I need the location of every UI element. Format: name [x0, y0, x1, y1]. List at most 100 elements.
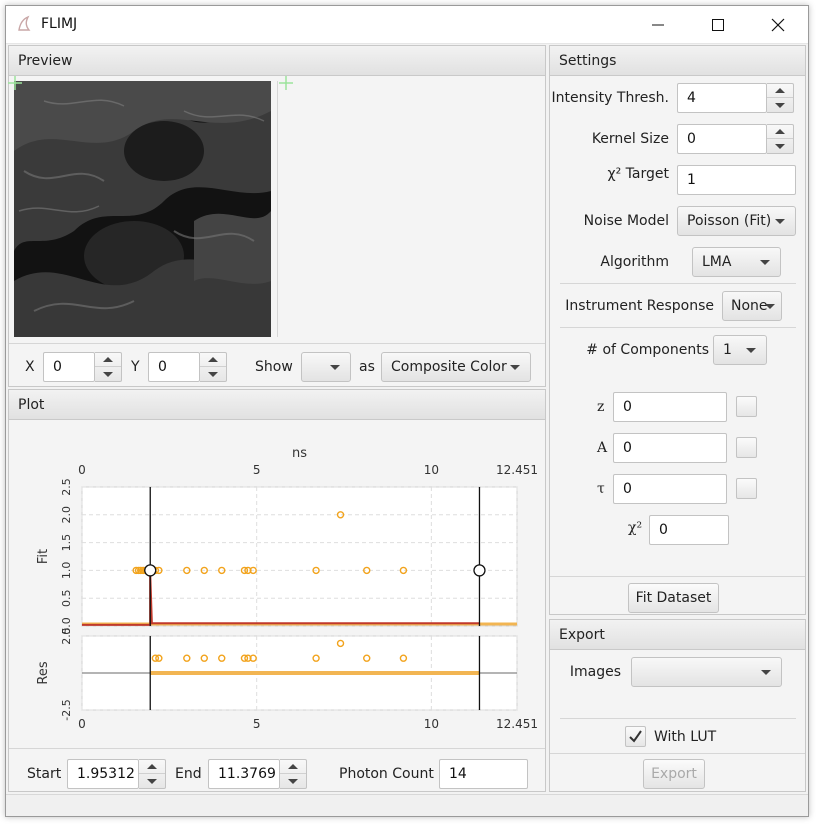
export-separator — [560, 718, 796, 719]
crosshair-icon-right — [279, 76, 293, 90]
param-a-fix-checkbox[interactable] — [736, 437, 757, 458]
param-a-field[interactable]: 0 — [613, 433, 727, 463]
as-combo[interactable]: Composite Color — [381, 352, 531, 382]
algorithm-combo[interactable]: LMA — [692, 247, 781, 277]
chi2-label: χ² — [628, 520, 643, 536]
res-x-tick-label: 10 — [424, 717, 439, 731]
flimj-window: FLIMJ Preview X 0 Y 0 Show as Composite … — [5, 5, 809, 817]
noise-model-value: Poisson (Fit) — [687, 213, 772, 229]
instrument-response-combo[interactable]: None — [722, 291, 782, 321]
as-combo-value: Composite Color — [391, 359, 507, 375]
kernel-increment[interactable] — [767, 125, 793, 139]
export-panel: Export Images With LUT Export — [549, 619, 806, 792]
intensity-increment[interactable] — [767, 84, 793, 98]
kernel-size-label: Kernel Size — [591, 131, 669, 147]
images-label: Images — [569, 664, 621, 680]
fit-y-tick-label: 2.5 — [60, 478, 73, 496]
res-x-tick-label: 0 — [78, 717, 86, 731]
maximize-icon — [712, 19, 724, 31]
fit-y-tick-label: 1.5 — [60, 534, 73, 552]
x-decrement[interactable] — [95, 367, 121, 381]
end-field[interactable]: 11.3769 — [208, 759, 280, 789]
settings-separator-3 — [550, 576, 805, 577]
start-spinner[interactable] — [139, 759, 166, 789]
as-label: as — [359, 359, 375, 375]
y-decrement[interactable] — [200, 367, 226, 381]
checkmark-icon — [629, 730, 642, 743]
algorithm-value: LMA — [702, 254, 732, 270]
x-increment[interactable] — [95, 353, 121, 367]
fit-dataset-button[interactable]: Fit Dataset — [628, 583, 719, 613]
end-increment[interactable] — [280, 760, 306, 774]
start-label: Start — [27, 766, 62, 782]
chevron-down-icon — [765, 304, 775, 309]
chevron-down-icon — [510, 365, 520, 370]
fit-x-tick-label: 10 — [424, 463, 439, 477]
preview-panel: Preview X 0 Y 0 Show as Composite Color — [8, 45, 546, 387]
y-spinner[interactable] — [200, 352, 227, 382]
fit-y-tick-label: 2.0 — [60, 506, 73, 524]
intensity-decrement[interactable] — [767, 98, 793, 112]
export-button[interactable]: Export — [643, 759, 705, 789]
components-combo[interactable]: 1 — [713, 335, 767, 365]
kernel-size-spinner[interactable] — [767, 124, 794, 154]
fit-plot-area — [81, 486, 518, 627]
preview-divider — [277, 81, 278, 337]
decay-chart[interactable]: 0 5 10 12.451ns0.00.51.01.52.02.5Fit 0 5 10 12… — [9, 421, 545, 741]
res-x-tick-label: 12.451 — [496, 717, 538, 731]
res-y-tick-label: -2.5 — [60, 699, 73, 720]
preview-image[interactable] — [14, 81, 271, 337]
kernel-decrement[interactable] — [767, 139, 793, 153]
window-title: FLIMJ — [41, 16, 78, 32]
plot-toolbar-separator — [9, 748, 545, 749]
preview-toolbar-separator — [9, 343, 545, 344]
minimize-icon — [652, 24, 664, 26]
param-a-label: A — [597, 440, 608, 456]
maximize-button[interactable] — [688, 6, 748, 44]
chevron-down-icon — [746, 348, 756, 353]
chevron-down-icon — [330, 365, 340, 370]
fit-chart: 0 5 10 12.451ns0.00.51.01.52.02.5Fit — [36, 446, 538, 635]
algorithm-label: Algorithm — [600, 254, 669, 270]
end-decrement[interactable] — [280, 774, 306, 788]
start-increment[interactable] — [139, 760, 165, 774]
residual-chart: 0 5 10 12.451 -2.5 2.5 Res — [36, 627, 538, 731]
intensity-thresh-spinner[interactable] — [767, 83, 794, 113]
show-combo[interactable] — [301, 352, 351, 382]
with-lut-checkbox[interactable] — [625, 726, 646, 747]
x-field[interactable]: 0 — [43, 352, 95, 382]
photon-count-label: Photon Count — [339, 766, 434, 782]
end-spinner[interactable] — [280, 759, 307, 789]
fit-x-tick-label: 12.451 — [496, 463, 538, 477]
intensity-thresh-field[interactable]: 4 — [677, 83, 767, 113]
x-label: X — [25, 359, 35, 375]
chi2-field[interactable]: 0 — [649, 515, 729, 545]
close-button[interactable] — [748, 6, 808, 44]
param-tau-label: τ — [597, 481, 605, 497]
preview-header: Preview — [9, 46, 545, 76]
photon-count-field[interactable]: 14 — [439, 759, 528, 789]
chi-target-label: χ² Target — [607, 166, 669, 182]
end-label: End — [175, 766, 202, 782]
intensity-thresh-label: Intensity Thresh. — [551, 90, 670, 106]
y-increment[interactable] — [200, 353, 226, 367]
minimize-button[interactable] — [628, 6, 688, 44]
kernel-size-field[interactable]: 0 — [677, 124, 767, 154]
start-field[interactable]: 1.95312 — [67, 759, 139, 789]
settings-separator-1 — [560, 283, 796, 284]
y-field[interactable]: 0 — [148, 352, 200, 382]
param-z-field[interactable]: 0 — [613, 392, 727, 422]
chi-target-field[interactable]: 1 — [677, 165, 796, 195]
chevron-down-icon — [760, 260, 770, 265]
fit-y-axis-label: Fit — [36, 549, 51, 564]
res-y-axis-label: Res — [36, 661, 51, 684]
param-z-label: z — [597, 399, 605, 415]
start-decrement[interactable] — [139, 774, 165, 788]
images-combo[interactable] — [631, 657, 782, 687]
noise-model-combo[interactable]: Poisson (Fit) — [677, 206, 796, 236]
param-z-fix-checkbox[interactable] — [736, 396, 757, 417]
param-tau-fix-checkbox[interactable] — [736, 478, 757, 499]
settings-header: Settings — [550, 46, 805, 76]
x-spinner[interactable] — [95, 352, 122, 382]
param-tau-field[interactable]: 0 — [613, 474, 727, 504]
